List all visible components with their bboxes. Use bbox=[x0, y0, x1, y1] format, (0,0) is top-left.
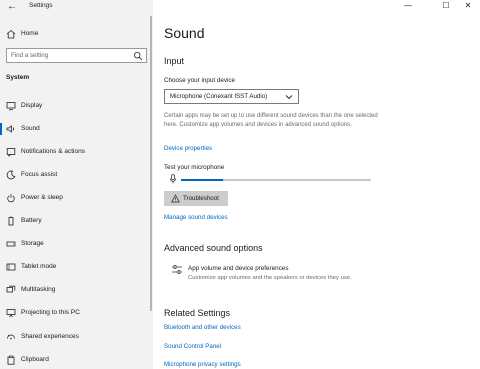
sidebar-item-label: Display bbox=[21, 102, 43, 109]
projecting-icon bbox=[6, 309, 16, 318]
sidebar-item-label: Clipboard bbox=[21, 356, 49, 363]
sidebar-item-power-sleep[interactable]: Power & sleep bbox=[0, 190, 153, 206]
troubleshoot-button[interactable]: Troubleshoot bbox=[164, 191, 228, 206]
sidebar-item-focus-assist[interactable]: Focus assist bbox=[0, 167, 153, 183]
sidebar-item-label: Power & sleep bbox=[21, 194, 63, 201]
microphone-icon bbox=[169, 174, 177, 184]
sidebar-item-multitasking[interactable]: Multitasking bbox=[0, 282, 153, 298]
search-placeholder: Find a setting bbox=[11, 52, 49, 59]
search-input[interactable]: Find a setting bbox=[6, 48, 147, 63]
microphone-level-fill bbox=[181, 179, 223, 181]
sidebar-item-label: Multitasking bbox=[21, 286, 56, 293]
sidebar-item-sound[interactable]: Sound bbox=[0, 121, 153, 137]
notifications-icon bbox=[6, 148, 16, 157]
section-title: System bbox=[6, 74, 30, 81]
back-arrow-icon[interactable]: ← bbox=[6, 1, 18, 13]
sidebar-item-projecting[interactable]: Projecting to this PC bbox=[0, 305, 153, 321]
sidebar-item-label: Battery bbox=[21, 217, 42, 224]
sidebar-item-shared-experiences[interactable]: Shared experiences bbox=[0, 329, 153, 345]
sidebar-item-clipboard[interactable]: Clipboard bbox=[0, 352, 153, 368]
app-title: Settings bbox=[29, 2, 53, 9]
sidebar-item-notifications[interactable]: Notifications & actions bbox=[0, 144, 153, 160]
sidebar-item-tablet-mode[interactable]: Tablet mode bbox=[0, 259, 153, 275]
troubleshoot-label: Troubleshoot bbox=[183, 195, 219, 202]
multitasking-icon bbox=[6, 285, 16, 293]
home-icon bbox=[6, 29, 16, 39]
input-device-value: Microphone (Conexant ISST Audio) bbox=[170, 93, 268, 100]
moon-icon bbox=[6, 170, 16, 180]
microphone-privacy-link[interactable]: Microphone privacy settings bbox=[164, 361, 241, 368]
sidebar-scrollbar[interactable] bbox=[150, 16, 152, 311]
microphone-level-meter bbox=[181, 179, 371, 181]
input-description: Certain apps may be set up to use differ… bbox=[164, 113, 378, 128]
display-icon bbox=[6, 102, 16, 111]
sidebar-item-label: Home bbox=[21, 30, 39, 37]
sidebar-item-label: Sound bbox=[21, 125, 40, 132]
sidebar-item-label: Focus assist bbox=[21, 171, 58, 178]
advanced-heading: Advanced sound options bbox=[164, 243, 263, 253]
search-icon[interactable] bbox=[133, 51, 143, 61]
page-title: Sound bbox=[164, 25, 205, 41]
choose-device-label: Choose your input device bbox=[164, 77, 236, 84]
manage-sound-devices-link[interactable]: Manage sound devices bbox=[164, 214, 228, 221]
sound-control-panel-link[interactable]: Sound Control Panel bbox=[164, 343, 221, 350]
bluetooth-link[interactable]: Bluetooth and other devices bbox=[164, 324, 241, 331]
test-microphone-label: Test your microphone bbox=[164, 164, 225, 171]
power-icon bbox=[7, 194, 15, 203]
speaker-icon bbox=[6, 125, 14, 133]
sidebar-item-label: Shared experiences bbox=[21, 333, 79, 340]
chevron-down-icon bbox=[285, 95, 293, 100]
app-volume-title: App volume and device preferences bbox=[188, 265, 289, 272]
input-device-select[interactable]: Microphone (Conexant ISST Audio) bbox=[164, 89, 299, 104]
sidebar-item-label: Notifications & actions bbox=[21, 148, 85, 155]
sidebar-item-storage[interactable]: Storage bbox=[0, 236, 153, 252]
sidebar-item-label: Projecting to this PC bbox=[21, 309, 80, 316]
app-volume-subtitle: Customize app volumes and the speakers o… bbox=[188, 275, 352, 281]
shared-icon bbox=[7, 334, 15, 340]
sidebar-item-display[interactable]: Display bbox=[0, 98, 153, 114]
sidebar: ← Settings Home Find a setting System Di… bbox=[0, 0, 153, 369]
title-bar: ← Settings bbox=[0, 0, 153, 14]
input-heading: Input bbox=[164, 56, 185, 66]
tablet-icon bbox=[6, 263, 16, 271]
sidebar-item-battery[interactable]: Battery bbox=[0, 213, 153, 229]
battery-icon bbox=[8, 216, 14, 226]
storage-icon bbox=[6, 241, 16, 247]
sidebar-item-label: Storage bbox=[21, 240, 44, 247]
sidebar-item-home[interactable]: Home bbox=[0, 27, 153, 41]
warning-icon bbox=[171, 194, 180, 203]
active-indicator bbox=[0, 123, 2, 135]
sidebar-item-label: Tablet mode bbox=[21, 263, 57, 270]
device-properties-link[interactable]: Device properties bbox=[164, 145, 212, 152]
clipboard-icon bbox=[7, 355, 15, 365]
main-content: Sound Input Choose your input device Mic… bbox=[164, 0, 474, 369]
sliders-icon bbox=[172, 265, 182, 274]
related-settings-heading: Related Settings bbox=[164, 308, 231, 318]
